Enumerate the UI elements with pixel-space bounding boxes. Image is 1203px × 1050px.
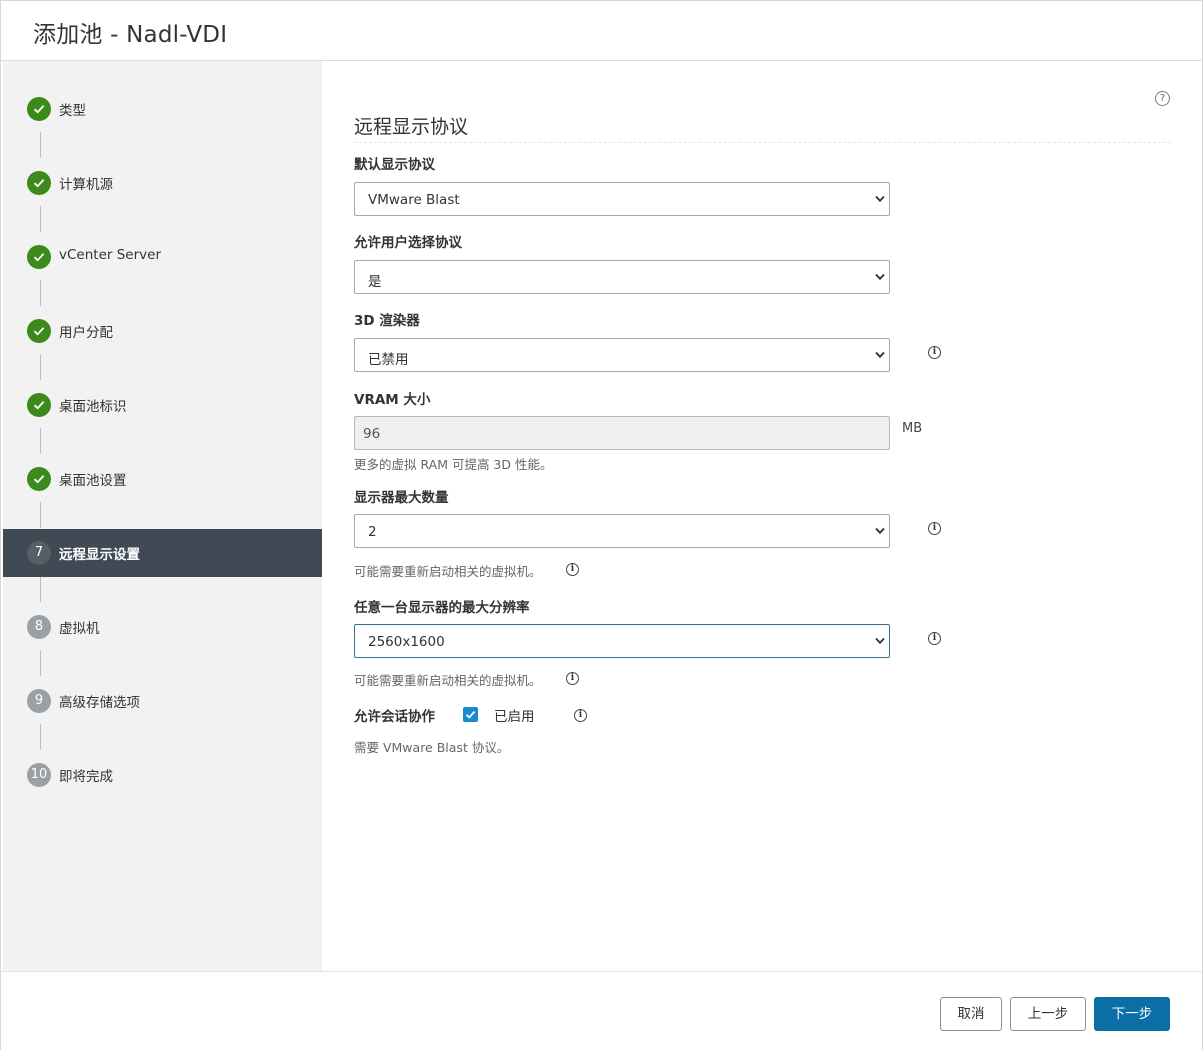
select-value: VMware Blast (368, 192, 460, 208)
max-resolution-label: 任意一台显示器的最大分辨率 (354, 600, 530, 616)
chevron-down-icon (875, 273, 885, 281)
step-label: 类型 (59, 103, 86, 119)
add-pool-dialog: 添加池 - Nadl-VDI 类型 计算机源 vCenter Server 用户… (0, 0, 1203, 1050)
select-value: 是 (368, 274, 382, 290)
step-type[interactable]: 类型 (3, 85, 322, 133)
session-collab-hint: 需要 VMware Blast 协议。 (354, 740, 510, 755)
select-value: 2 (368, 524, 377, 540)
step-label: 远程显示设置 (59, 547, 140, 563)
session-collab-checkbox-label[interactable]: 已启用 (494, 705, 535, 725)
section-title: 远程显示协议 (354, 116, 469, 138)
next-button[interactable]: 下一步 (1094, 997, 1170, 1031)
step-connector (40, 354, 41, 380)
step-connector (40, 132, 41, 158)
step-connector (40, 428, 41, 454)
check-circle-icon (27, 467, 51, 491)
session-collab-checkbox[interactable] (463, 707, 478, 722)
step-virtual-machines[interactable]: 8 虚拟机 (3, 603, 322, 651)
step-pool-settings[interactable]: 桌面池设置 (3, 455, 322, 503)
max-monitors-hint: 可能需要重新启动相关的虚拟机。 (354, 564, 542, 579)
renderer-3d-select[interactable]: 已禁用 (354, 338, 890, 372)
max-monitors-select[interactable]: 2 (354, 514, 890, 548)
max-resolution-select[interactable]: 2560x1600 (354, 624, 890, 658)
dialog-title: 添加池 - Nadl-VDI (33, 22, 228, 48)
info-icon[interactable]: i (928, 346, 941, 359)
info-icon[interactable]: i (566, 672, 579, 685)
step-ready-to-complete[interactable]: 10 即将完成 (3, 751, 322, 799)
renderer-3d-label: 3D 渲染器 (354, 313, 420, 329)
step-vcenter-server[interactable]: vCenter Server (3, 233, 322, 281)
step-label: 用户分配 (59, 325, 113, 341)
info-icon[interactable]: i (928, 632, 941, 645)
max-resolution-hint: 可能需要重新启动相关的虚拟机。 (354, 673, 542, 688)
vram-unit: MB (902, 421, 923, 436)
previous-button[interactable]: 上一步 (1010, 997, 1086, 1031)
info-icon[interactable]: i (928, 522, 941, 535)
allow-user-choose-label: 允许用户选择协议 (354, 235, 462, 251)
checkmark-icon (465, 710, 476, 719)
wizard-content: ? 远程显示协议 默认显示协议 VMware Blast 允许用户选择协议 是 … (322, 61, 1202, 971)
session-collab-label: 允许会话协作 (354, 709, 435, 725)
step-label: 桌面池设置 (59, 473, 127, 489)
dialog-header: 添加池 - Nadl-VDI (1, 1, 1202, 61)
step-advanced-storage[interactable]: 9 高级存储选项 (3, 677, 322, 725)
step-connector (40, 502, 41, 528)
step-connector (40, 280, 41, 306)
select-value: 2560x1600 (368, 634, 445, 650)
step-number-badge: 9 (27, 689, 51, 713)
vram-label: VRAM 大小 (354, 392, 431, 408)
allow-user-choose-select[interactable]: 是 (354, 260, 890, 294)
max-monitors-label: 显示器最大数量 (354, 490, 449, 506)
step-label: 计算机源 (59, 177, 113, 193)
step-label: 即将完成 (59, 769, 113, 785)
info-icon[interactable]: i (566, 563, 579, 576)
chevron-down-icon (875, 351, 885, 359)
default-protocol-select[interactable]: VMware Blast (354, 182, 890, 216)
step-connector (40, 724, 41, 750)
dialog-footer: 取消 上一步 下一步 (1, 971, 1202, 1050)
step-connector (40, 206, 41, 232)
vram-value: 96 (363, 426, 381, 442)
step-remote-display-settings[interactable]: 7 远程显示设置 (3, 529, 322, 577)
check-circle-icon (27, 97, 51, 121)
chevron-down-icon (875, 637, 885, 645)
step-machine-source[interactable]: 计算机源 (3, 159, 322, 207)
question-circle-icon[interactable]: ? (1155, 91, 1170, 106)
step-number-badge: 10 (27, 763, 51, 787)
step-number-badge: 7 (27, 541, 51, 565)
step-label: 桌面池标识 (59, 399, 127, 415)
check-circle-icon (27, 393, 51, 417)
step-connector (40, 576, 41, 602)
section-divider (354, 142, 1171, 143)
step-label: 高级存储选项 (59, 695, 140, 711)
step-pool-identification[interactable]: 桌面池标识 (3, 381, 322, 429)
chevron-down-icon (875, 195, 885, 203)
step-user-assignment[interactable]: 用户分配 (3, 307, 322, 355)
vram-input: 96 (354, 416, 890, 450)
check-circle-icon (27, 245, 51, 269)
step-label: vCenter Server (59, 247, 161, 263)
check-circle-icon (27, 319, 51, 343)
info-icon[interactable]: i (574, 709, 587, 722)
cancel-button[interactable]: 取消 (940, 997, 1002, 1031)
check-circle-icon (27, 171, 51, 195)
select-value: 已禁用 (368, 352, 409, 368)
step-connector (40, 650, 41, 676)
default-protocol-label: 默认显示协议 (354, 157, 435, 173)
step-number-badge: 8 (27, 615, 51, 639)
wizard-steps: 类型 计算机源 vCenter Server 用户分配 桌面池标识 桌面池设置 … (3, 61, 322, 971)
step-label: 虚拟机 (59, 621, 100, 637)
chevron-down-icon (875, 527, 885, 535)
vram-hint: 更多的虚拟 RAM 可提高 3D 性能。 (354, 457, 553, 472)
